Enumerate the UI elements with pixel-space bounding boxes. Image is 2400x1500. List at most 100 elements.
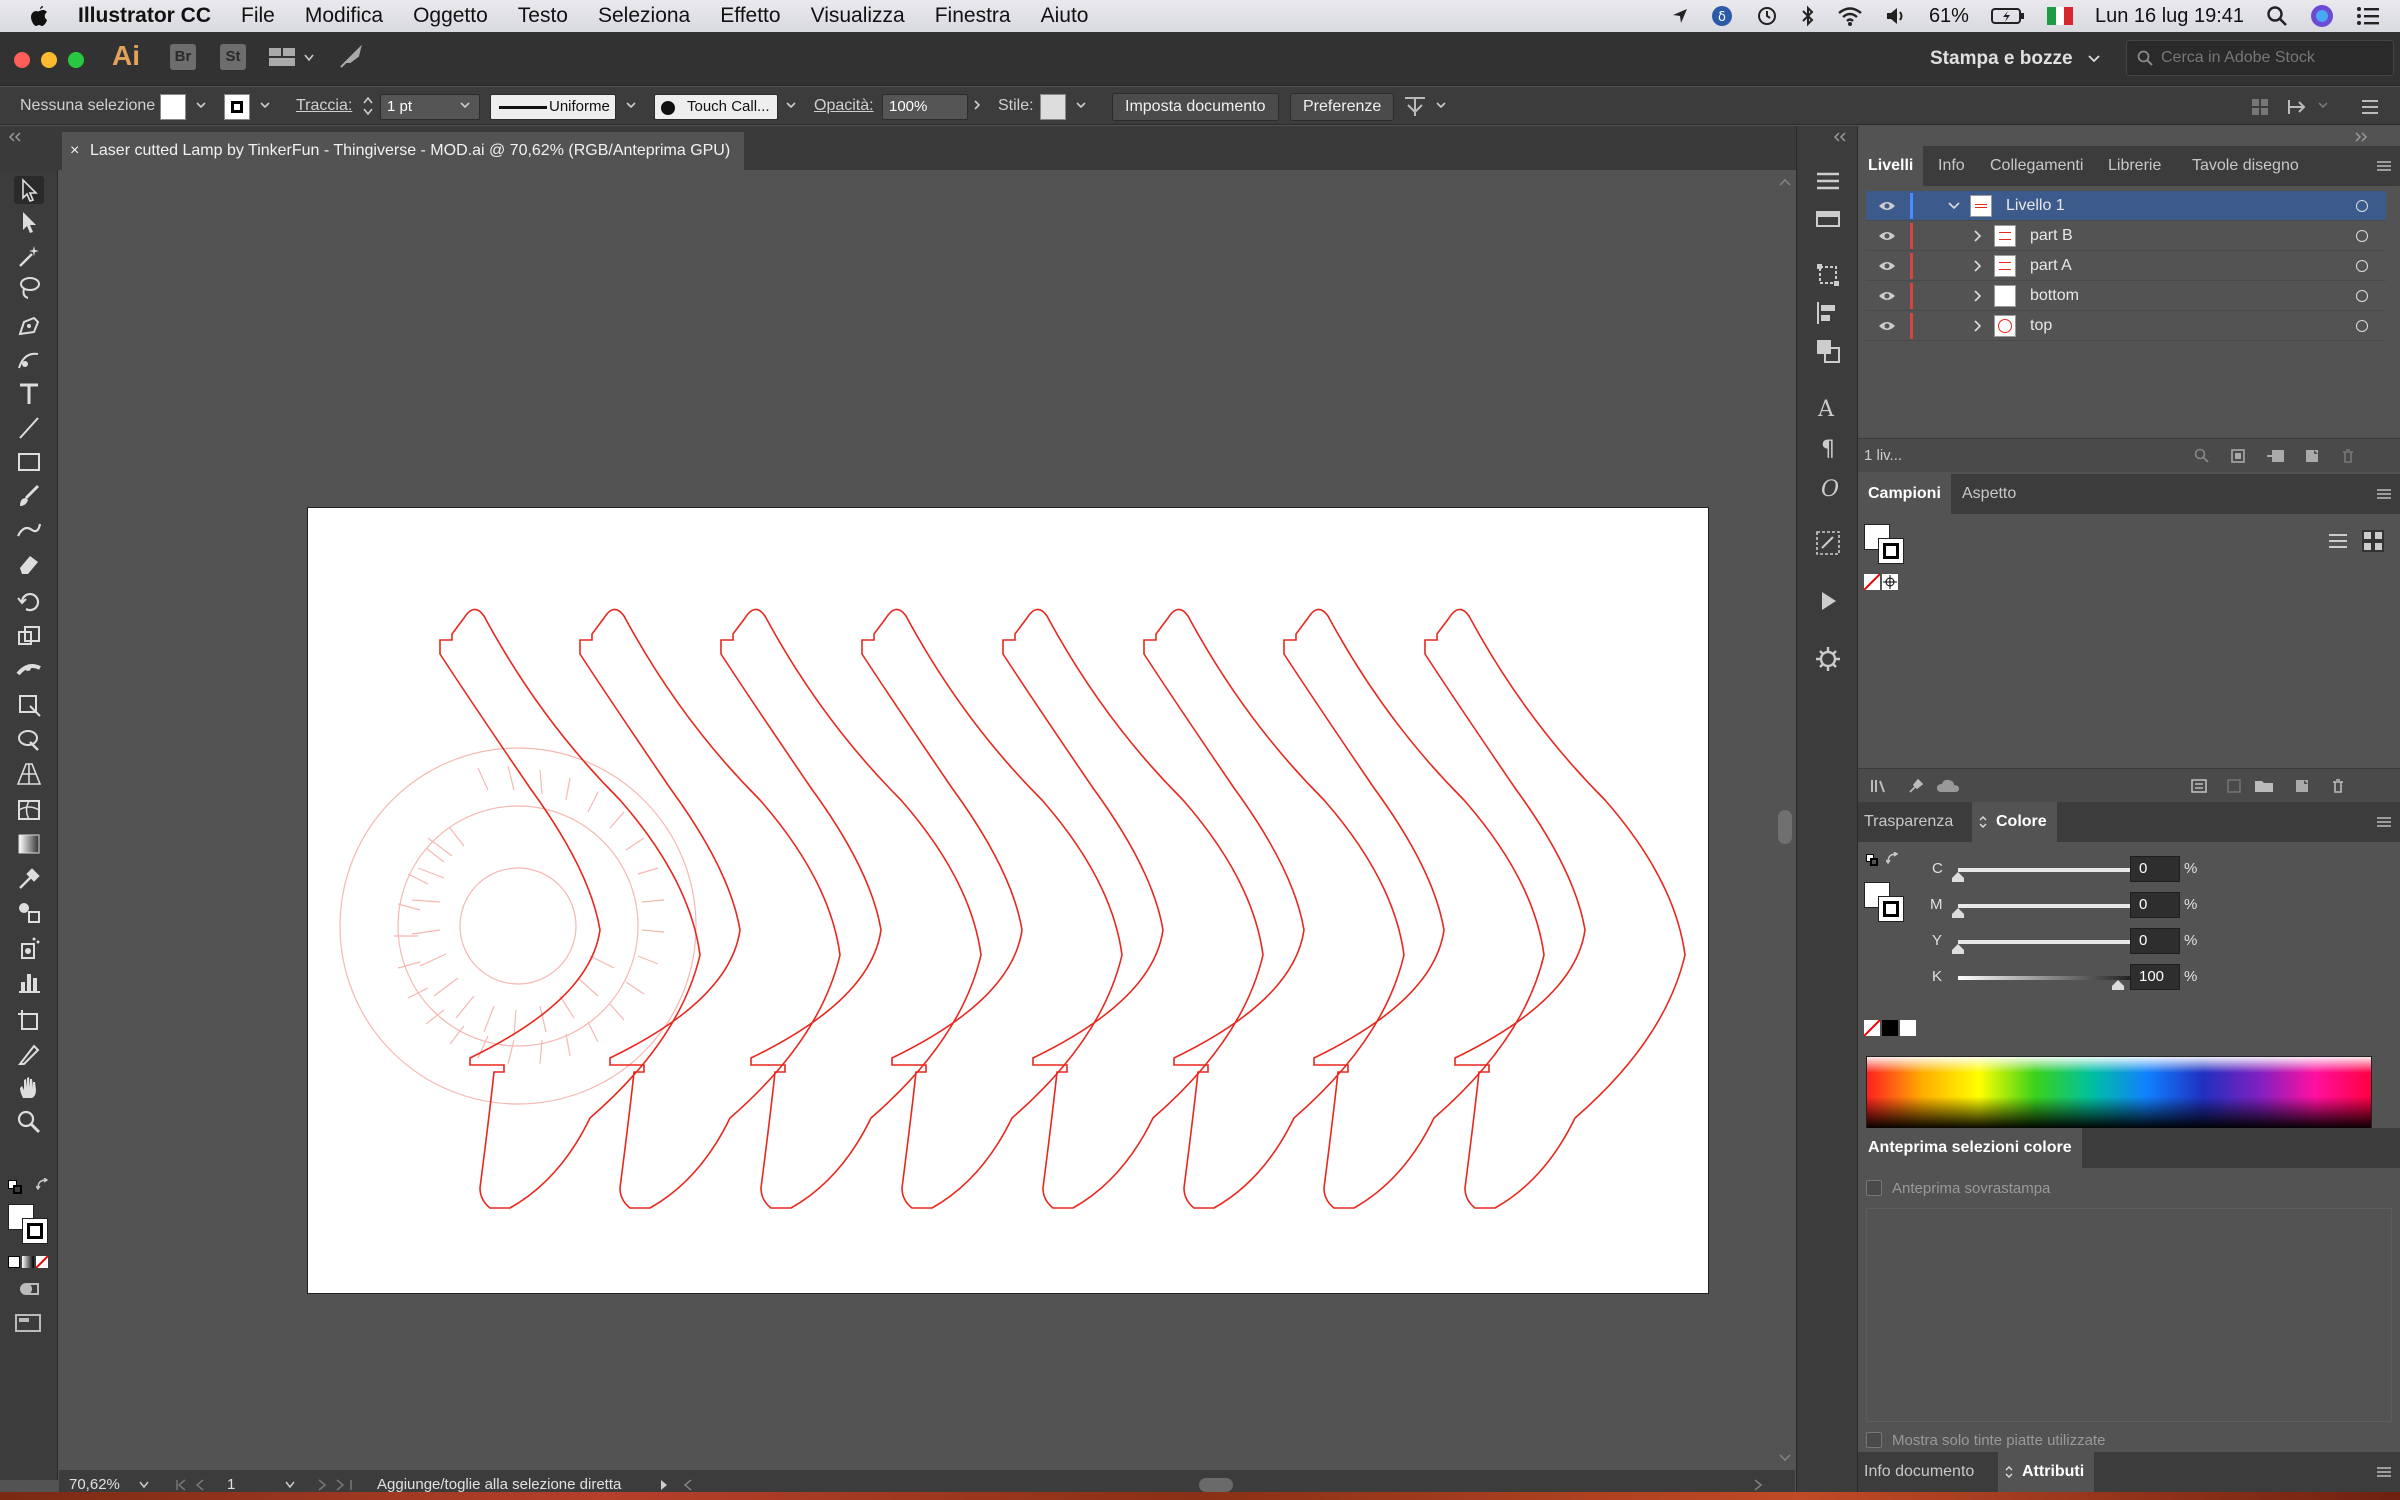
menu-visualizza[interactable]: Visualizza bbox=[811, 4, 905, 28]
clock[interactable]: Lun 16 lug 19:41 bbox=[2095, 5, 2244, 28]
tab-librerie[interactable]: Librerie bbox=[2108, 146, 2161, 186]
close-tab-icon[interactable]: × bbox=[70, 132, 79, 170]
vertical-scrollbar[interactable] bbox=[1775, 170, 1795, 1470]
mesh-tool-icon[interactable] bbox=[14, 796, 44, 824]
properties-panel-icon[interactable] bbox=[1813, 166, 1843, 196]
chevron-down-icon[interactable] bbox=[460, 100, 470, 110]
tab-anteprima-selezioni[interactable]: Anteprima selezioni colore bbox=[1858, 1128, 2082, 1168]
next-artboard-icon[interactable] bbox=[315, 1479, 355, 1491]
apple-icon[interactable] bbox=[28, 4, 50, 28]
spotlight-search-icon[interactable] bbox=[2266, 5, 2288, 27]
document-setup-button[interactable]: Imposta documento bbox=[1112, 93, 1279, 121]
perspective-grid-tool-icon[interactable] bbox=[14, 760, 44, 788]
black-slider-track[interactable] bbox=[1958, 976, 2158, 980]
stroke-panel-icon[interactable] bbox=[1813, 204, 1843, 234]
control-menu-icon[interactable] bbox=[2360, 97, 2380, 117]
visibility-eye-icon[interactable] bbox=[1878, 260, 1896, 272]
siri-icon[interactable] bbox=[2310, 4, 2334, 28]
color-spectrum[interactable] bbox=[1866, 1056, 2372, 1130]
column-graph-tool-icon[interactable] bbox=[14, 968, 44, 996]
scroll-down-icon[interactable] bbox=[1779, 1454, 1791, 1462]
transform-panel-icon[interactable] bbox=[1813, 260, 1843, 290]
slice-tool-icon[interactable] bbox=[14, 1040, 44, 1068]
stock-button[interactable]: St bbox=[220, 44, 246, 70]
visibility-eye-icon[interactable] bbox=[1878, 200, 1896, 212]
chevron-down-icon[interactable] bbox=[1948, 202, 1960, 210]
free-transform-tool-icon[interactable] bbox=[14, 690, 44, 718]
menu-effetto[interactable]: Effetto bbox=[720, 4, 780, 28]
tab-info[interactable]: Info bbox=[1938, 146, 1965, 186]
notification-center-icon[interactable] bbox=[2356, 6, 2380, 26]
gpu-performance-icon[interactable] bbox=[338, 44, 364, 70]
align-panel-icon[interactable] bbox=[1813, 298, 1843, 328]
magenta-value-field[interactable]: 0 bbox=[2130, 892, 2180, 918]
scroll-left-icon[interactable] bbox=[683, 1479, 693, 1491]
cc-libraries-icon[interactable] bbox=[1936, 778, 1960, 794]
opentype-panel-icon[interactable]: O bbox=[1813, 472, 1843, 502]
color-group-icon[interactable] bbox=[2226, 778, 2242, 794]
expand-panels-icon[interactable] bbox=[1833, 132, 1847, 142]
yellow-value-field[interactable]: 0 bbox=[2130, 928, 2180, 954]
yellow-slider-track[interactable] bbox=[1958, 940, 2158, 944]
close-window-button[interactable] bbox=[14, 52, 30, 68]
color-none-chip[interactable] bbox=[1864, 1020, 1880, 1036]
character-panel-icon[interactable]: A bbox=[1813, 392, 1843, 422]
tab-tavole-disegno[interactable]: Tavole disegno bbox=[2192, 146, 2299, 186]
scroll-right-icon[interactable] bbox=[1753, 1479, 1763, 1491]
swatch-none[interactable] bbox=[1864, 574, 1880, 590]
tab-aspetto[interactable]: Aspetto bbox=[1962, 474, 2016, 514]
default-fill-stroke-icon[interactable] bbox=[8, 1180, 22, 1194]
magenta-slider-track[interactable] bbox=[1958, 904, 2158, 908]
width-tool-icon[interactable] bbox=[14, 656, 44, 684]
zoom-window-button[interactable] bbox=[68, 52, 84, 68]
horizontal-scroll-thumb[interactable] bbox=[1199, 1478, 1233, 1492]
visibility-eye-icon[interactable] bbox=[1878, 290, 1896, 302]
opacity-field[interactable]: 100% bbox=[882, 94, 968, 120]
collapse-toolbar-icon[interactable] bbox=[8, 132, 22, 142]
slider-handle-icon[interactable] bbox=[1952, 908, 1964, 918]
tab-collegamenti[interactable]: Collegamenti bbox=[1990, 146, 2083, 186]
time-machine-icon[interactable] bbox=[1755, 5, 1779, 27]
preferences-button[interactable]: Preferenze bbox=[1290, 93, 1395, 121]
menu-oggetto[interactable]: Oggetto bbox=[413, 4, 488, 28]
chevron-down-icon[interactable] bbox=[786, 100, 796, 110]
stroke-stepper-icon[interactable] bbox=[362, 95, 374, 117]
magic-wand-tool-icon[interactable] bbox=[14, 242, 44, 270]
asset-export-icon[interactable] bbox=[1813, 528, 1843, 558]
rectangle-tool-icon[interactable] bbox=[14, 448, 44, 476]
stroke-label[interactable]: Traccia: bbox=[296, 87, 352, 125]
spot-only-checkbox[interactable] bbox=[1866, 1432, 1882, 1448]
layer-row[interactable]: top bbox=[1866, 311, 2386, 341]
chevron-down-icon[interactable] bbox=[626, 100, 636, 110]
grid-view-icon[interactable] bbox=[2362, 530, 2384, 552]
symbol-sprayer-tool-icon[interactable] bbox=[14, 934, 44, 962]
chevron-right-icon[interactable] bbox=[1974, 260, 1982, 272]
tab-options-toggle-icon[interactable] bbox=[1978, 815, 1988, 829]
shaper-tool-icon[interactable] bbox=[14, 516, 44, 544]
sublayer-name[interactable]: bottom bbox=[2030, 281, 2079, 311]
color-black-chip[interactable] bbox=[1882, 1020, 1898, 1036]
delete-layer-icon[interactable] bbox=[2340, 448, 2356, 464]
swatch-libraries-icon[interactable] bbox=[1870, 778, 1890, 794]
menu-modifica[interactable]: Modifica bbox=[305, 4, 383, 28]
chevron-down-icon[interactable] bbox=[1436, 100, 1446, 110]
cyan-slider-track[interactable] bbox=[1958, 868, 2158, 872]
chevron-down-icon[interactable] bbox=[304, 54, 314, 62]
zoom-tool-icon[interactable] bbox=[14, 1108, 44, 1136]
chevron-down-icon[interactable] bbox=[139, 1481, 149, 1489]
direct-selection-tool-icon[interactable] bbox=[14, 208, 44, 236]
new-swatch-icon[interactable] bbox=[2294, 778, 2310, 794]
chevron-down-icon[interactable] bbox=[1076, 100, 1086, 110]
battery-icon[interactable] bbox=[1990, 6, 2025, 26]
workspace-switcher[interactable]: Stampa e bozze bbox=[1916, 40, 2114, 78]
color-mode-icon[interactable] bbox=[8, 1256, 20, 1268]
stroke-swatch[interactable] bbox=[224, 94, 250, 120]
panel-menu-icon[interactable] bbox=[2376, 816, 2392, 828]
layer-row[interactable]: part B bbox=[1866, 221, 2386, 251]
blend-tool-icon[interactable] bbox=[14, 898, 44, 926]
layer-row[interactable]: part A bbox=[1866, 251, 2386, 281]
stroke-color-box[interactable] bbox=[22, 1218, 48, 1244]
app-status-icon[interactable]: δ bbox=[1711, 5, 1733, 27]
opacity-label[interactable]: Opacità: bbox=[814, 87, 874, 125]
layer-name[interactable]: Livello 1 bbox=[2006, 191, 2065, 221]
